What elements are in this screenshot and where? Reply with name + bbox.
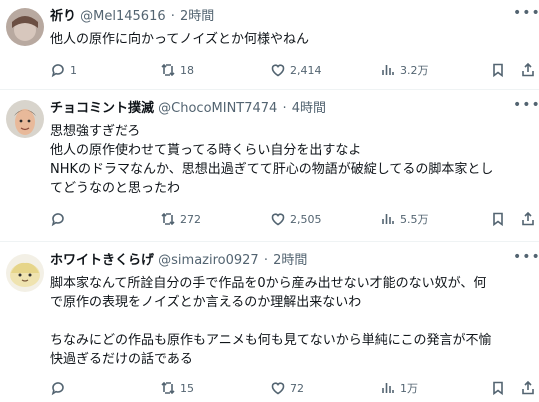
reply-button[interactable]: 1 — [50, 61, 77, 79]
avatar[interactable] — [6, 254, 44, 292]
views-button[interactable]: 3.2万 — [380, 61, 429, 79]
like-count: 72 — [290, 381, 304, 395]
view-count: 3.2万 — [400, 64, 429, 77]
retweet-icon — [161, 63, 175, 77]
bookmark-icon — [493, 63, 503, 78]
reply-count: 1 — [70, 63, 77, 77]
tweet-text: 思想強すぎだろ 他人の原作使わせて貰ってる時くらい自分を出すなよ NHKのドラマ… — [50, 124, 494, 196]
tweet-3[interactable]: ホワイトきくらげ @simaziro0927 · 2時間 ••• 脚本家なんて所… — [0, 242, 539, 402]
retweet-count: 15 — [180, 381, 194, 395]
retweet-count: 272 — [180, 212, 201, 226]
like-button[interactable]: 72 — [270, 379, 304, 397]
views-button[interactable]: 1万 — [380, 379, 418, 397]
display-name[interactable]: チョコミント撲滅 — [50, 101, 154, 116]
share-icon — [522, 380, 534, 395]
reply-icon — [51, 64, 64, 78]
reply-button[interactable] — [50, 210, 70, 228]
timestamp[interactable]: 2時間 — [273, 253, 307, 268]
tweet-header: 祈り @Mel145616 · 2時間 — [50, 8, 214, 26]
separator: · — [282, 101, 287, 116]
view-count: 1万 — [400, 382, 418, 395]
more-icon[interactable]: ••• — [513, 6, 539, 26]
like-icon — [271, 64, 285, 77]
separator: · — [170, 9, 175, 24]
tweet-text: 脚本家なんて所詮自分の手で作品を0から産み出せない才能のない奴が、何 で原作の表… — [50, 276, 492, 367]
like-icon — [271, 213, 285, 226]
share-icon — [522, 62, 534, 77]
avatar[interactable] — [6, 8, 44, 46]
like-button[interactable]: 2,505 — [270, 210, 322, 228]
retweet-icon — [161, 212, 175, 226]
reply-icon — [51, 213, 64, 227]
views-icon — [382, 383, 394, 393]
more-icon[interactable]: ••• — [513, 98, 539, 118]
like-count: 2,505 — [290, 212, 322, 226]
separator: · — [263, 253, 268, 268]
like-count: 2,414 — [290, 63, 322, 77]
retweet-button[interactable]: 272 — [160, 210, 201, 228]
bookmark-icon — [493, 381, 503, 396]
retweet-count: 18 — [180, 63, 194, 77]
like-icon — [271, 382, 285, 395]
like-button[interactable]: 2,414 — [270, 61, 322, 79]
display-name[interactable]: ホワイトきくらげ — [50, 253, 154, 268]
bookmark-button[interactable] — [490, 210, 506, 228]
view-count: 5.5万 — [400, 213, 429, 226]
tweet-header: チョコミント撲滅 @ChocoMINT7474 · 4時間 — [50, 100, 326, 118]
timestamp[interactable]: 4時間 — [292, 101, 326, 116]
views-button[interactable]: 5.5万 — [380, 210, 429, 228]
retweet-icon — [161, 381, 175, 395]
tweet-2[interactable]: チョコミント撲滅 @ChocoMINT7474 · 4時間 ••• 思想強すぎだ… — [0, 90, 539, 242]
action-bar: 15 72 1万 — [50, 379, 534, 397]
tweet-header: ホワイトきくらげ @simaziro0927 · 2時間 — [50, 252, 307, 270]
avatar[interactable] — [6, 100, 44, 138]
share-button[interactable] — [520, 379, 536, 397]
share-icon — [522, 211, 534, 226]
timestamp[interactable]: 2時間 — [180, 9, 214, 24]
bookmark-icon — [493, 212, 503, 227]
reply-icon — [51, 382, 64, 396]
action-bar: 272 2,505 5.5万 — [50, 210, 534, 228]
handle[interactable]: @Mel145616 — [80, 9, 165, 24]
retweet-button[interactable]: 18 — [160, 61, 194, 79]
handle[interactable]: @ChocoMINT7474 — [158, 101, 277, 116]
bookmark-button[interactable] — [490, 61, 506, 79]
reply-button[interactable] — [50, 379, 70, 397]
tweet-text: 他人の原作に向かってノイズとか何様やねん — [50, 32, 309, 47]
bookmark-button[interactable] — [490, 379, 506, 397]
share-button[interactable] — [520, 61, 536, 79]
more-icon[interactable]: ••• — [513, 250, 539, 270]
tweet-1[interactable]: 祈り @Mel145616 · 2時間 ••• 他人の原作に向かってノイズとか何… — [0, 0, 539, 90]
action-bar: 1 18 2,414 3.2万 — [50, 61, 534, 79]
share-button[interactable] — [520, 210, 536, 228]
views-icon — [382, 65, 394, 75]
retweet-button[interactable]: 15 — [160, 379, 194, 397]
handle[interactable]: @simaziro0927 — [158, 253, 259, 268]
display-name[interactable]: 祈り — [50, 9, 76, 24]
views-icon — [382, 214, 394, 224]
